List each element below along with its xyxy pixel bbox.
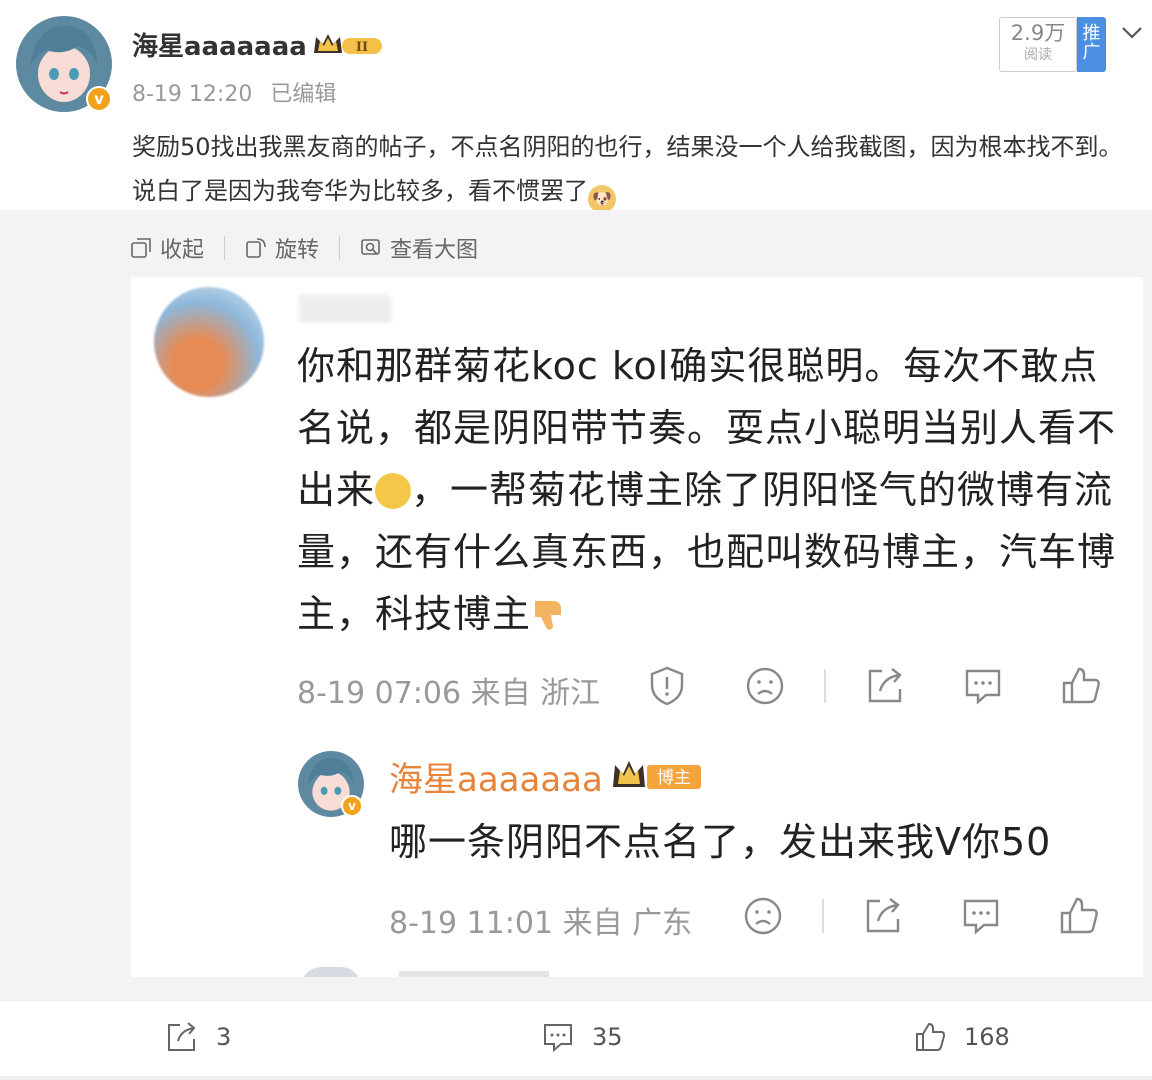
like-count: 168 [964, 1023, 1010, 1051]
collapse-icon [131, 238, 151, 258]
comment-icon [965, 669, 1001, 705]
like-button[interactable]: 168 [914, 1021, 1010, 1053]
chevron-down-icon[interactable] [1120, 20, 1144, 44]
thumbs-down-icon [535, 601, 562, 630]
action-divider [824, 669, 826, 703]
post-header: v 海星aaaaaaa II 8-19 12:20 已编辑 2.9万 阅读 推广 [0, 0, 1152, 130]
comment-text: 你和那群菊花koc kol确实很聪明。每次不敢点名说，都是阴阳带节奏。耍点小聪明… [297, 335, 1127, 645]
user-avatar[interactable]: v [16, 16, 112, 112]
like-icon [916, 1022, 945, 1051]
blogger-tag: 博主 [657, 768, 691, 788]
comment-count: 35 [592, 1023, 623, 1051]
post-actions-bar: 3 35 168 [0, 1000, 1152, 1076]
next-comment-name-cutoff [399, 971, 549, 977]
verified-badge: v [86, 86, 112, 112]
rotate-button[interactable]: 旋转 [245, 232, 319, 264]
reply-meta: 8-19 11:01 来自 广东 [389, 906, 693, 941]
image-toolbar: 收起 旋转 查看大图 [130, 232, 478, 264]
promote-button[interactable]: 推广 [1077, 17, 1106, 72]
comment-button[interactable]: 35 [542, 1021, 623, 1053]
toolbar-divider [224, 236, 226, 260]
post-text: 奖励50找出我黑友商的帖子，不点名阴阳的也行，结果没一个人给我截图，因为根本找不… [132, 133, 1123, 205]
action-divider [822, 899, 824, 933]
repost-count: 3 [216, 1023, 232, 1051]
screenshot-image[interactable]: ▒▒▒▒▒ 你和那群菊花koc kol确实很聪明。每次不敢点名说，都是阴阳带节奏… [131, 277, 1143, 977]
view-large-button[interactable]: 查看大图 [360, 232, 478, 264]
collapse-button[interactable]: 收起 [130, 232, 204, 264]
doge-emoji-icon: 🐶 [588, 185, 616, 213]
sad-face-icon [744, 897, 782, 935]
reply-username: 海星aaaaaaa [389, 760, 603, 800]
like-icon [1062, 667, 1100, 704]
repost-button[interactable]: 3 [166, 1021, 231, 1053]
post-timestamp[interactable]: 8-19 12:20 [132, 82, 252, 107]
commenter-name-blurred: ▒▒▒▒▒ [299, 295, 392, 323]
next-comment-avatar-cutoff [301, 967, 361, 977]
read-count-box: 2.9万 阅读 [999, 17, 1077, 72]
rotate-icon [246, 238, 266, 258]
share-icon [866, 898, 900, 933]
comment-meta: 8-19 07:06 来自 浙江 [297, 676, 601, 711]
rotate-label: 旋转 [275, 238, 320, 263]
view-large-label: 查看大图 [390, 238, 479, 263]
blogger-crown-icon: 博主 [613, 761, 701, 789]
comment-icon [544, 1024, 572, 1053]
comment-text-part2: ，一帮菊花博主除了阴阳怪气的微博有流量，还有什么真东西，也配叫数码博主，汽车博主… [297, 468, 1117, 636]
like-icon [1060, 897, 1098, 934]
collapse-label: 收起 [160, 238, 205, 263]
sweat-emoji-icon [375, 473, 412, 509]
sad-face-icon [746, 667, 784, 705]
level-badge-text: II [356, 40, 368, 55]
share-icon [868, 668, 902, 703]
view-large-icon [361, 239, 380, 255]
read-count: 2.9万 [1010, 21, 1066, 45]
post-username[interactable]: 海星aaaaaaa [132, 26, 307, 63]
post-meta: 8-19 12:20 已编辑 [132, 76, 336, 108]
post-body: 奖励50找出我黑友商的帖子，不点名阴阳的也行，结果没一个人给我截图，因为根本找不… [132, 125, 1132, 213]
read-label: 阅读 [1024, 47, 1052, 63]
level-crown-icon: II [314, 34, 382, 55]
comment-actions [646, 665, 1102, 707]
reply-actions [742, 895, 1100, 937]
edited-label[interactable]: 已编辑 [270, 82, 336, 107]
repost-icon [168, 1022, 196, 1051]
comment-icon [963, 899, 999, 935]
report-icon [650, 666, 684, 706]
reply-verified-badge: v [341, 795, 363, 817]
toolbar-divider [339, 236, 341, 260]
reply-text: 哪一条阴阳不点名了，发出来我V你50 [389, 820, 1052, 864]
bottom-divider [0, 1076, 1152, 1080]
commenter-avatar [154, 287, 264, 397]
